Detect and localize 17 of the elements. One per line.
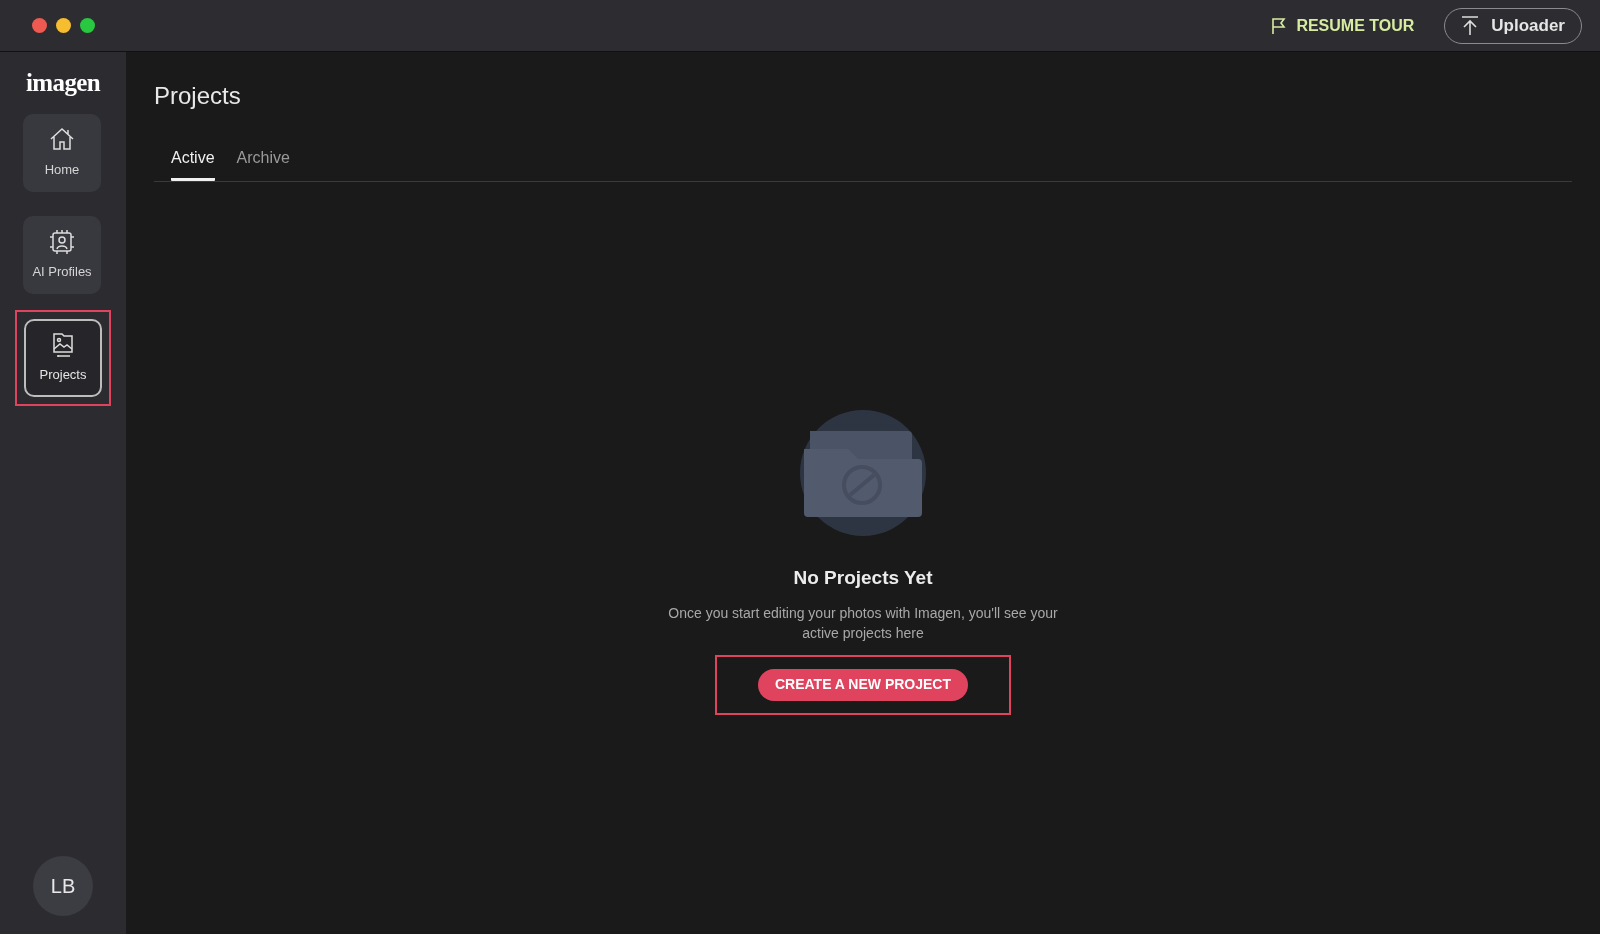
maximize-window-icon[interactable] [80,18,95,33]
upload-icon [1461,15,1480,36]
empty-state-description: Once you start editing your photos with Imagen, you'll see your active projects here [667,603,1059,643]
tab[interactable]: Active [171,146,215,181]
user-avatar[interactable]: LB [33,856,93,916]
nav-item[interactable]: Home [23,113,101,192]
nav-item[interactable]: Projects [24,318,102,397]
empty-state-title: No Projects Yet [793,566,933,590]
create-project-button[interactable]: CREATE A NEW PROJECT [757,668,968,701]
resume-tour-button[interactable]: RESUME TOUR [1270,13,1415,38]
minimize-window-icon[interactable] [56,18,71,33]
tab[interactable]: Archive [236,146,290,181]
close-window-icon[interactable] [32,18,47,33]
person-chip-icon [48,227,76,256]
page-title: Projects [154,81,242,111]
app-logo: imagen [26,68,100,98]
nav-item[interactable]: AI Profiles [23,215,101,294]
